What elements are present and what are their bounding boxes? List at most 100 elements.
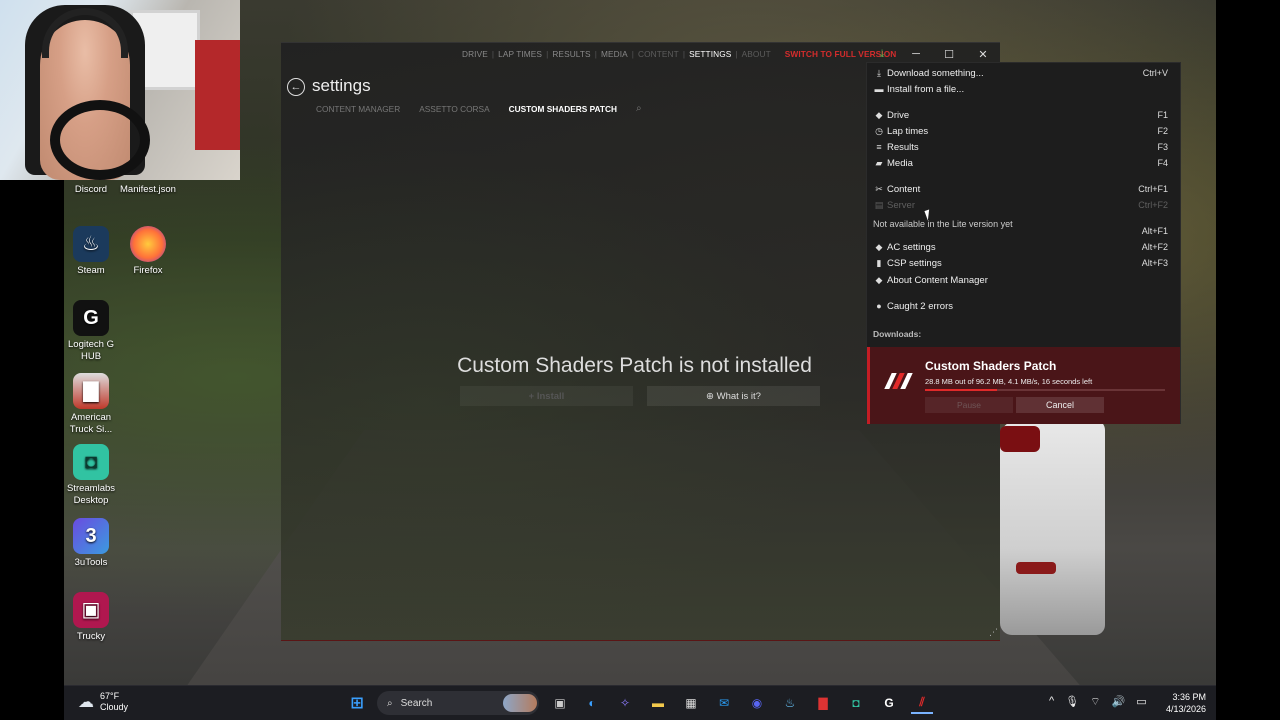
desktop-icon-trucky[interactable]: ▣ Trucky <box>61 592 121 643</box>
desktop-icon-ats[interactable]: ▇ American Truck Si... <box>61 373 121 436</box>
menu-install-from-file[interactable]: ▬ Install from a file... <box>867 81 1182 97</box>
car-rear-light <box>1016 562 1056 574</box>
microsoft-store-icon[interactable]: ▦ <box>680 692 702 714</box>
search-icon[interactable]: ⌕ <box>636 103 642 114</box>
mail-icon[interactable]: ✉ <box>713 692 735 714</box>
menu-item-label: Media <box>887 157 913 169</box>
steam-icon[interactable]: ♨ <box>779 692 801 714</box>
bookmark-icon: ▮ <box>876 257 882 268</box>
desktop-icon-steam[interactable]: ♨ Steam <box>61 226 121 277</box>
file-explorer-icon[interactable]: ▬ <box>647 692 669 714</box>
close-button[interactable]: ✕ <box>972 47 994 61</box>
logitech-g-icon: G <box>73 300 109 336</box>
download-card: Custom Shaders Patch 28.8 MB out of 96.2… <box>867 347 1180 424</box>
menu-item-label: AC settings <box>887 241 936 253</box>
webcam-overlay <box>0 0 240 180</box>
maximize-button[interactable]: ☐ <box>938 47 960 61</box>
tab-custom-shaders-patch[interactable]: CUSTOM SHADERS PATCH <box>509 104 617 114</box>
desktop-icon-streamlabs[interactable]: ◘ Streamlabs Desktop <box>61 444 121 507</box>
taskbar-search[interactable]: ⌕ Search <box>377 691 539 715</box>
menu-item-label: Install from a file... <box>887 83 965 95</box>
desktop-icon-label: Steam <box>77 265 105 276</box>
show-hidden-icons-icon[interactable]: ^ <box>1049 695 1054 709</box>
menu-media[interactable]: ▰ Media F4 <box>867 155 1182 171</box>
nav-about[interactable]: ABOUT <box>738 49 775 59</box>
steam-icon: ♨ <box>73 226 109 262</box>
menu-item-label: Content <box>887 183 921 195</box>
resize-grip-icon[interactable]: ⋰ <box>989 627 998 638</box>
server-icon: ▤ <box>874 199 884 210</box>
desktop-icon-manifest[interactable]: Manifest.json <box>118 184 178 196</box>
desktop-icon-logitech[interactable]: G Logitech G HUB <box>61 300 121 363</box>
cloud-icon: ☁ <box>78 694 94 711</box>
desktop-icon-label: American Truck Si... <box>69 412 113 435</box>
menu-ac-settings[interactable]: ◆ AC settings Alt+F2 <box>867 239 1182 255</box>
menu-about[interactable]: ◆ About Content Manager <box>867 272 1182 288</box>
menu-item-label: Results <box>887 141 919 153</box>
weather-widget[interactable]: ☁ 67°F Cloudy <box>78 691 128 713</box>
task-view-icon[interactable]: ▣ <box>549 692 571 714</box>
menu-content[interactable]: ✂ Content Ctrl+F1 <box>867 181 1182 197</box>
tooltip-lite-version: Not available in the Lite version yet <box>871 219 1015 229</box>
volume-icon[interactable]: 🔊 <box>1111 695 1125 709</box>
minimize-button[interactable]: ─ <box>905 47 927 61</box>
edge-icon[interactable]: ◐ <box>581 692 603 714</box>
menu-errors[interactable]: ● Caught 2 errors <box>867 298 1182 314</box>
csp-message-text: Custom Shaders Patch is not installed <box>457 354 812 377</box>
microphone-icon[interactable]: 🎙 <box>1065 695 1079 709</box>
menu-csp-settings[interactable]: ▮ CSP settings Alt+F3 <box>867 255 1182 271</box>
install-button[interactable]: + Install <box>460 386 633 406</box>
menu-results[interactable]: ≡ Results F3 <box>867 139 1182 155</box>
desktop-icon-firefox[interactable]: Firefox <box>118 226 178 277</box>
menu-item-label: Caught 2 errors <box>887 300 954 312</box>
error-icon: ● <box>876 301 882 311</box>
desktop-icon-discord[interactable]: Discord <box>61 184 121 196</box>
desktop-icon-label: 3uTools <box>74 557 108 568</box>
menu-item-shortcut: F2 <box>1157 126 1168 136</box>
copilot-icon[interactable]: ✧ <box>614 692 636 714</box>
csp-logo-icon <box>884 371 914 391</box>
battery-icon[interactable]: ▭ <box>1136 695 1146 709</box>
back-arrow-icon[interactable]: ← <box>287 78 305 96</box>
car-icon: ◆ <box>875 109 883 120</box>
car-icon: ◆ <box>875 274 883 285</box>
menu-drive[interactable]: ◆ Drive F1 <box>867 107 1182 123</box>
what-is-it-button[interactable]: ⊕ What is it? <box>647 386 820 406</box>
clock[interactable]: 3:36 PM 4/13/2026 <box>1161 691 1206 715</box>
menu-download-something[interactable]: ⤓ Download something... Ctrl+V <box>867 65 1182 81</box>
menu-item-shortcut: F1 <box>1157 110 1168 120</box>
tab-content-manager[interactable]: CONTENT MANAGER <box>316 104 400 114</box>
weather-text: 67°F Cloudy <box>100 691 128 713</box>
tab-assetto-corsa[interactable]: ASSETTO CORSA <box>419 104 489 114</box>
trucky-icon: ▣ <box>73 592 109 628</box>
menu-lap-times[interactable]: ◷ Lap times F2 <box>867 123 1182 139</box>
media-icon: ▰ <box>875 157 883 168</box>
desktop-icon-label: Discord <box>74 184 108 195</box>
windows-start-icon[interactable]: ⊞ <box>346 692 368 714</box>
menu-server: ▤ Server Ctrl+F2 <box>867 197 1182 213</box>
logitech-g-icon[interactable]: G <box>878 692 900 714</box>
pause-button[interactable]: Pause <box>925 397 1013 413</box>
content-manager-icon[interactable]: ⫽ <box>911 692 933 714</box>
download-icon: ⤓ <box>877 67 881 78</box>
download-progress-bar <box>925 389 1165 391</box>
menu-item-shortcut: Ctrl+F2 <box>1138 200 1168 210</box>
streamlabs-icon[interactable]: ◘ <box>845 692 867 714</box>
download-icon[interactable]: ⤓ <box>871 47 893 61</box>
cancel-button[interactable]: Cancel <box>1016 397 1104 413</box>
file-icon: ▬ <box>874 84 884 94</box>
nav-lap-times[interactable]: LAP TIMES <box>494 49 546 59</box>
ats-icon[interactable]: ▇ <box>812 692 834 714</box>
nav-content[interactable]: CONTENT <box>634 49 683 59</box>
nav-media[interactable]: MEDIA <box>597 49 632 59</box>
top-navigation: DRIVE | LAP TIMES | RESULTS | MEDIA | CONTEN… <box>458 49 900 59</box>
streamlabs-icon: ◘ <box>73 444 109 480</box>
stopwatch-icon: ◷ <box>875 125 883 136</box>
discord-icon[interactable]: ◉ <box>746 692 768 714</box>
menu-item-shortcut: Alt+F1 <box>1141 226 1168 236</box>
nav-results[interactable]: RESULTS <box>548 49 594 59</box>
nav-settings[interactable]: SETTINGS <box>685 49 735 59</box>
desktop-icon-3utools[interactable]: 3 3uTools <box>61 518 121 569</box>
wifi-icon[interactable]: ⌔ <box>1090 695 1100 709</box>
nav-drive[interactable]: DRIVE <box>458 49 492 59</box>
